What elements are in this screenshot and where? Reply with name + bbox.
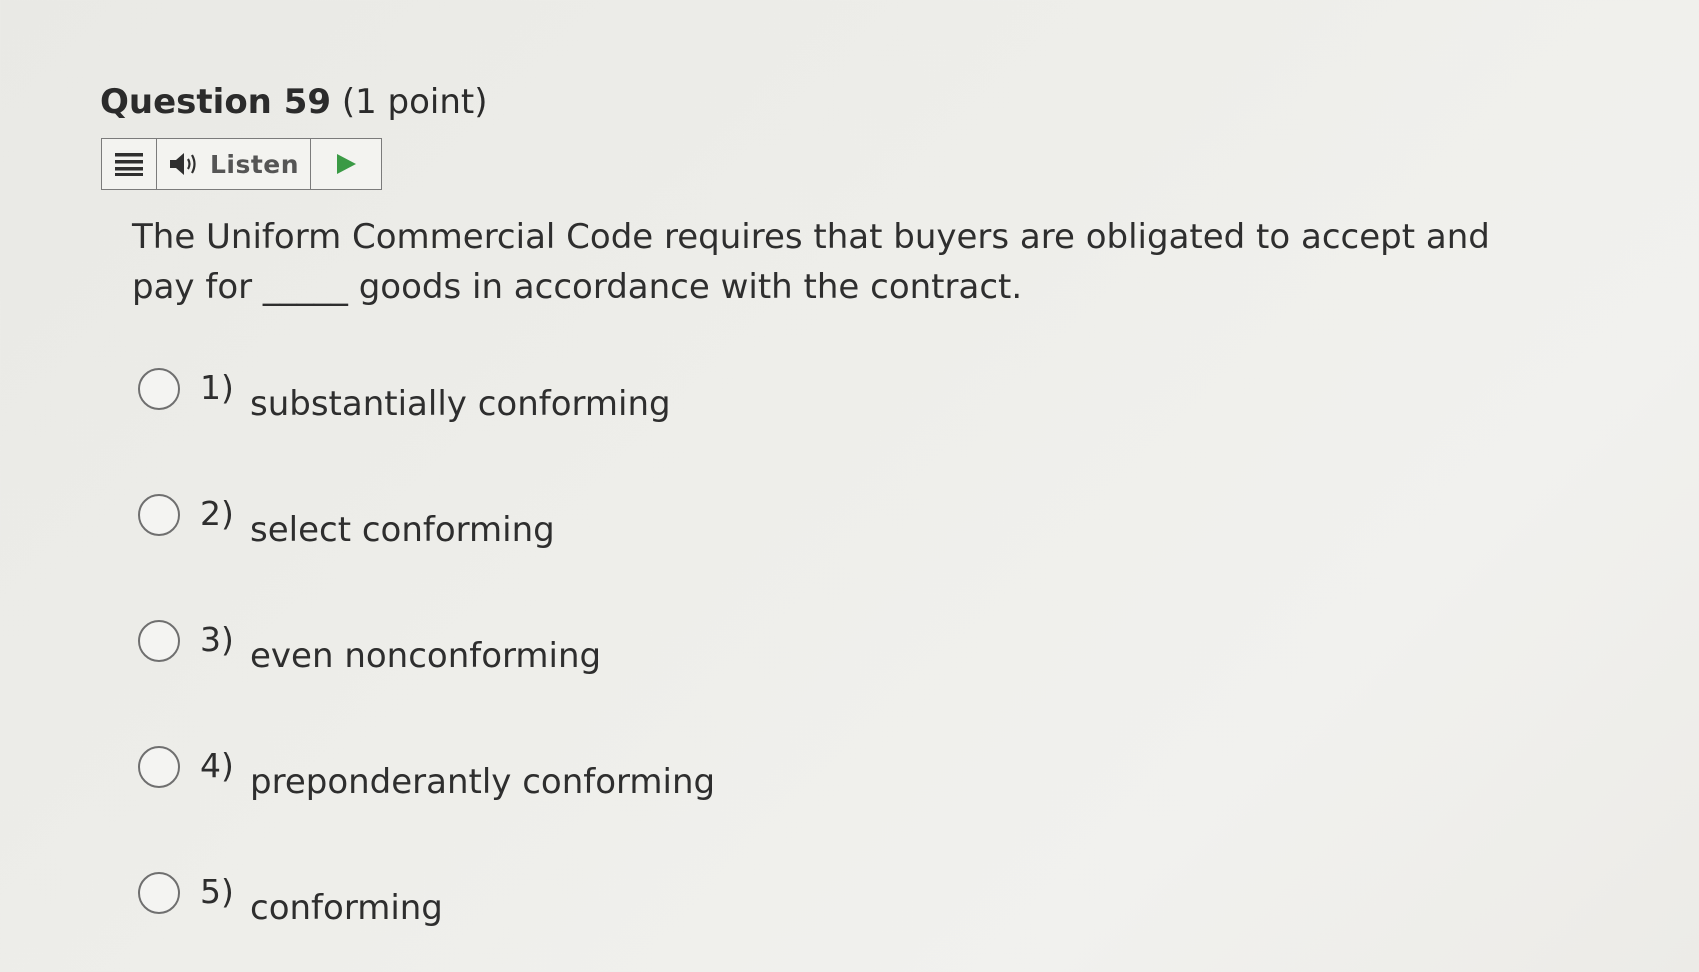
question-text: The Uniform Commercial Code requires tha… bbox=[132, 217, 1490, 307]
option-label[interactable]: preponderantly conforming bbox=[250, 762, 715, 802]
option-number: 3) bbox=[200, 620, 234, 659]
option-label[interactable]: substantially conforming bbox=[250, 384, 671, 424]
radio-button[interactable] bbox=[138, 368, 180, 410]
option-label[interactable]: select conforming bbox=[250, 510, 555, 550]
play-button[interactable] bbox=[311, 139, 381, 189]
option-number: 4) bbox=[200, 746, 234, 785]
option-2[interactable]: 2) select conforming bbox=[138, 488, 715, 614]
option-3[interactable]: 3) even nonconforming bbox=[138, 614, 715, 740]
option-4[interactable]: 4) preponderantly conforming bbox=[138, 740, 715, 866]
option-label[interactable]: conforming bbox=[250, 888, 443, 928]
question-points: (1 point) bbox=[341, 82, 488, 122]
option-number: 1) bbox=[200, 368, 234, 407]
question-header: Question 59 (1 point) bbox=[100, 78, 488, 126]
readspeaker-toolbar: Listen bbox=[101, 138, 382, 190]
question-title: Question 59 bbox=[100, 82, 332, 122]
radio-button[interactable] bbox=[138, 746, 180, 788]
listen-label: Listen bbox=[209, 149, 300, 179]
option-number: 2) bbox=[200, 494, 234, 533]
radio-button[interactable] bbox=[138, 620, 180, 662]
quiz-page: Question 59 (1 point) Listen The Uniform… bbox=[0, 0, 1699, 972]
speaker-icon bbox=[169, 153, 196, 175]
play-icon bbox=[337, 154, 356, 174]
option-label[interactable]: even nonconforming bbox=[250, 636, 601, 676]
option-number: 5) bbox=[200, 872, 234, 911]
option-1[interactable]: 1) substantially conforming bbox=[138, 362, 715, 488]
answer-options: 1) substantially conforming 2) select co… bbox=[138, 362, 715, 972]
menu-button[interactable] bbox=[102, 139, 157, 189]
radio-button[interactable] bbox=[138, 872, 180, 914]
menu-icon bbox=[115, 153, 143, 176]
radio-button[interactable] bbox=[138, 494, 180, 536]
option-5[interactable]: 5) conforming bbox=[138, 866, 715, 972]
listen-button[interactable]: Listen bbox=[157, 139, 311, 189]
